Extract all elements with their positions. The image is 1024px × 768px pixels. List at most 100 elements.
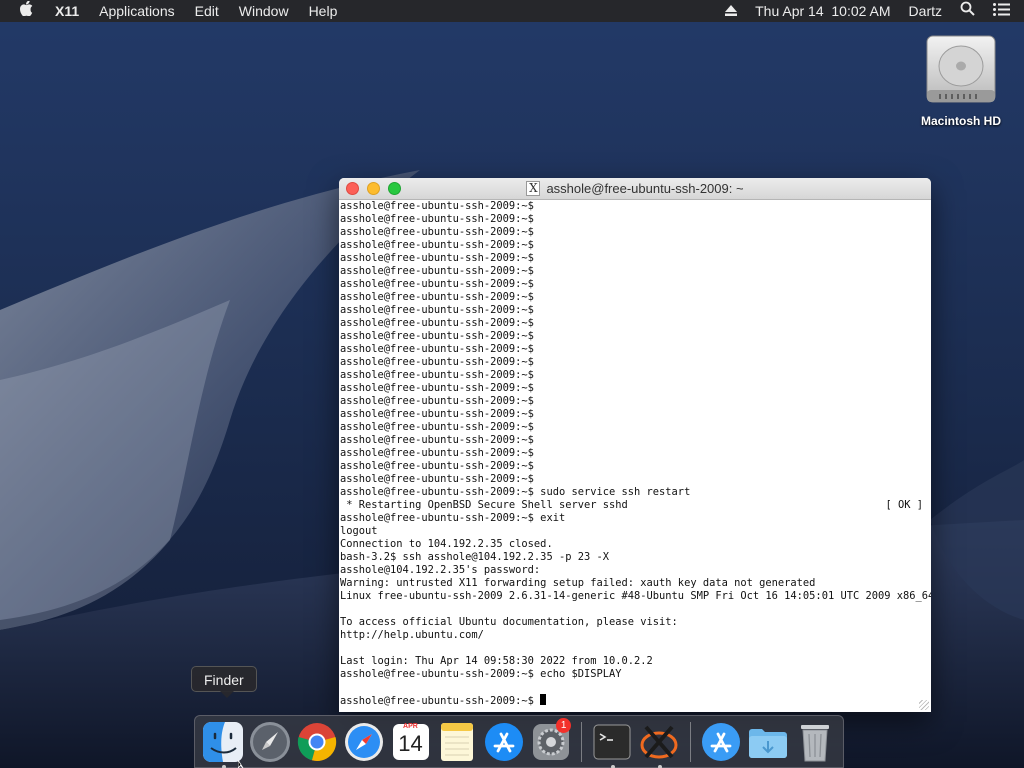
menu-clock[interactable]: Thu Apr 14 10:02 AM [746,0,899,22]
menu-window[interactable]: Window [229,0,299,22]
menu-bar: X11 Applications Edit Window Help Thu Ap… [0,0,1024,22]
terminal-line: Last login: Thu Apr 14 09:58:30 2022 fro… [340,655,931,668]
terminal-line: * Restarting OpenBSD Secure Shell server… [340,499,931,512]
x11-icon [640,725,678,758]
terminal-line-text: asshole@free-ubuntu-ssh-2009:~$ [340,408,534,420]
menu-app-name[interactable]: X11 [45,0,89,22]
dock-trash[interactable] [792,719,837,765]
dock-separator [689,721,691,762]
terminal-line: asshole@free-ubuntu-ssh-2009:~$ [340,226,931,239]
hard-drive-icon [926,35,996,103]
xterm-window[interactable]: X asshole@free-ubuntu-ssh-2009: ~ asshol… [339,178,931,712]
terminal-line: asshole@free-ubuntu-ssh-2009:~$ [340,356,931,369]
terminal-line-text: asshole@free-ubuntu-ssh-2009:~$ [340,356,534,368]
notification-center-icon[interactable] [984,0,1024,22]
terminal-line-text: asshole@free-ubuntu-ssh-2009:~$ [340,304,534,316]
terminal-line: asshole@free-ubuntu-ssh-2009:~$ [340,473,931,486]
terminal-line-text: asshole@free-ubuntu-ssh-2009:~$ [340,278,534,290]
terminal-line: bash-3.2$ ssh asshole@104.192.2.35 -p 23… [340,551,931,564]
apple-icon[interactable] [0,0,45,22]
dock-calendar[interactable]: APR 14 [388,719,433,765]
terminal-output[interactable]: asshole@free-ubuntu-ssh-2009:~$ asshole@f… [339,200,931,707]
safari-icon [344,722,383,761]
zoom-button[interactable] [388,182,401,195]
dock-applications-folder[interactable] [699,719,744,765]
terminal-line: asshole@free-ubuntu-ssh-2009:~$ sudo ser… [340,486,931,499]
terminal-line: asshole@free-ubuntu-ssh-2009:~$ [340,447,931,460]
calendar-month: APR [403,722,418,730]
terminal-line-text: Last login: Thu Apr 14 09:58:30 2022 fro… [340,655,653,667]
notes-icon [441,722,474,761]
window-title-text: asshole@free-ubuntu-ssh-2009: ~ [546,181,744,196]
x11-logo-icon: X [526,181,541,196]
macintosh-hd-desktop-icon[interactable]: Macintosh HD [906,32,1016,128]
dock-finder[interactable] [201,719,246,768]
terminal-line-text: asshole@free-ubuntu-ssh-2009:~$ echo $DI… [340,668,622,680]
terminal-line: asshole@free-ubuntu-ssh-2009:~$ [340,213,931,226]
menu-edit[interactable]: Edit [185,0,229,22]
dock-tooltip: Finder [191,666,257,698]
macintosh-hd-label: Macintosh HD [920,114,1001,128]
terminal-line: asshole@free-ubuntu-ssh-2009:~$ exit [340,512,931,525]
terminal-line-text: asshole@free-ubuntu-ssh-2009:~$ [340,200,534,212]
trash-icon [800,724,829,761]
terminal-line: asshole@free-ubuntu-ssh-2009:~$ [340,343,931,356]
terminal-line: asshole@free-ubuntu-ssh-2009:~$ [340,694,931,707]
close-button[interactable] [346,182,359,195]
menu-applications[interactable]: Applications [89,0,185,22]
terminal-line-text: asshole@free-ubuntu-ssh-2009:~$ [340,447,534,459]
terminal-line-text: asshole@free-ubuntu-ssh-2009:~$ [340,421,534,433]
dock-launchpad[interactable] [248,719,293,765]
terminal-line-text: Connection to 104.192.2.35 closed. [340,538,553,550]
dock-app-store[interactable] [482,719,527,765]
terminal-line-text: asshole@free-ubuntu-ssh-2009:~$ [340,265,534,277]
terminal-line-text: asshole@free-ubuntu-ssh-2009:~$ [340,252,534,264]
ok-status: [ OK ] [885,499,923,511]
terminal-line: asshole@free-ubuntu-ssh-2009:~$ [340,421,931,434]
window-titlebar[interactable]: X asshole@free-ubuntu-ssh-2009: ~ [339,178,931,200]
terminal-line: asshole@free-ubuntu-ssh-2009:~$ [340,291,931,304]
terminal-line-text: asshole@free-ubuntu-ssh-2009:~$ [340,369,534,381]
terminal-line: asshole@104.192.2.35's password: [340,564,931,577]
dock-downloads-folder[interactable] [745,719,790,765]
terminal-line: asshole@free-ubuntu-ssh-2009:~$ [340,460,931,473]
terminal-line: Connection to 104.192.2.35 closed. [340,538,931,551]
eject-icon[interactable] [716,0,746,22]
terminal-line-text: asshole@free-ubuntu-ssh-2009:~$ [340,330,534,342]
mouse-pointer-icon [238,760,244,768]
dock-safari[interactable] [341,719,386,765]
menu-help[interactable]: Help [299,0,348,22]
spotlight-search-icon[interactable] [951,0,984,22]
terminal-line-text: logout [340,525,378,537]
running-indicator [222,764,226,768]
chrome-icon [297,722,337,761]
terminal-line-text: asshole@free-ubuntu-ssh-2009:~$ [340,213,534,225]
terminal-line: Linux free-ubuntu-ssh-2009 2.6.31-14-gen… [340,590,931,603]
notification-badge: 1 [556,717,572,733]
terminal-line-text: asshole@free-ubuntu-ssh-2009:~$ [340,382,534,394]
terminal-line-text: asshole@free-ubuntu-ssh-2009:~$ [340,343,534,355]
terminal-line-text: Linux free-ubuntu-ssh-2009 2.6.31-14-gen… [340,590,931,602]
terminal-line: asshole@free-ubuntu-ssh-2009:~$ [340,239,931,252]
terminal-line-text: asshole@free-ubuntu-ssh-2009:~$ [340,460,534,472]
terminal-line: asshole@free-ubuntu-ssh-2009:~$ [340,317,931,330]
dock-chrome[interactable] [295,719,340,765]
terminal-line-text: asshole@free-ubuntu-ssh-2009:~$ [340,473,534,485]
dock-terminal[interactable] [590,719,635,768]
terminal-line-text: asshole@free-ubuntu-ssh-2009:~$ [340,239,534,251]
terminal-line-text: asshole@free-ubuntu-ssh-2009:~$ [340,226,534,238]
menu-user[interactable]: Dartz [900,0,951,22]
resize-grip-icon[interactable] [919,700,929,710]
terminal-line: asshole@free-ubuntu-ssh-2009:~$ [340,330,931,343]
dock-notes[interactable] [435,719,480,765]
terminal-line: asshole@free-ubuntu-ssh-2009:~$ [340,408,931,421]
terminal-line-text: asshole@free-ubuntu-ssh-2009:~$ [340,395,534,407]
terminal-line-text: asshole@free-ubuntu-ssh-2009:~$ [340,317,534,329]
terminal-line: asshole@free-ubuntu-ssh-2009:~$ [340,252,931,265]
dock-x11[interactable] [637,719,682,768]
traffic-lights [346,182,401,195]
dock-system-preferences[interactable]: 1 [528,717,573,765]
minimize-button[interactable] [367,182,380,195]
